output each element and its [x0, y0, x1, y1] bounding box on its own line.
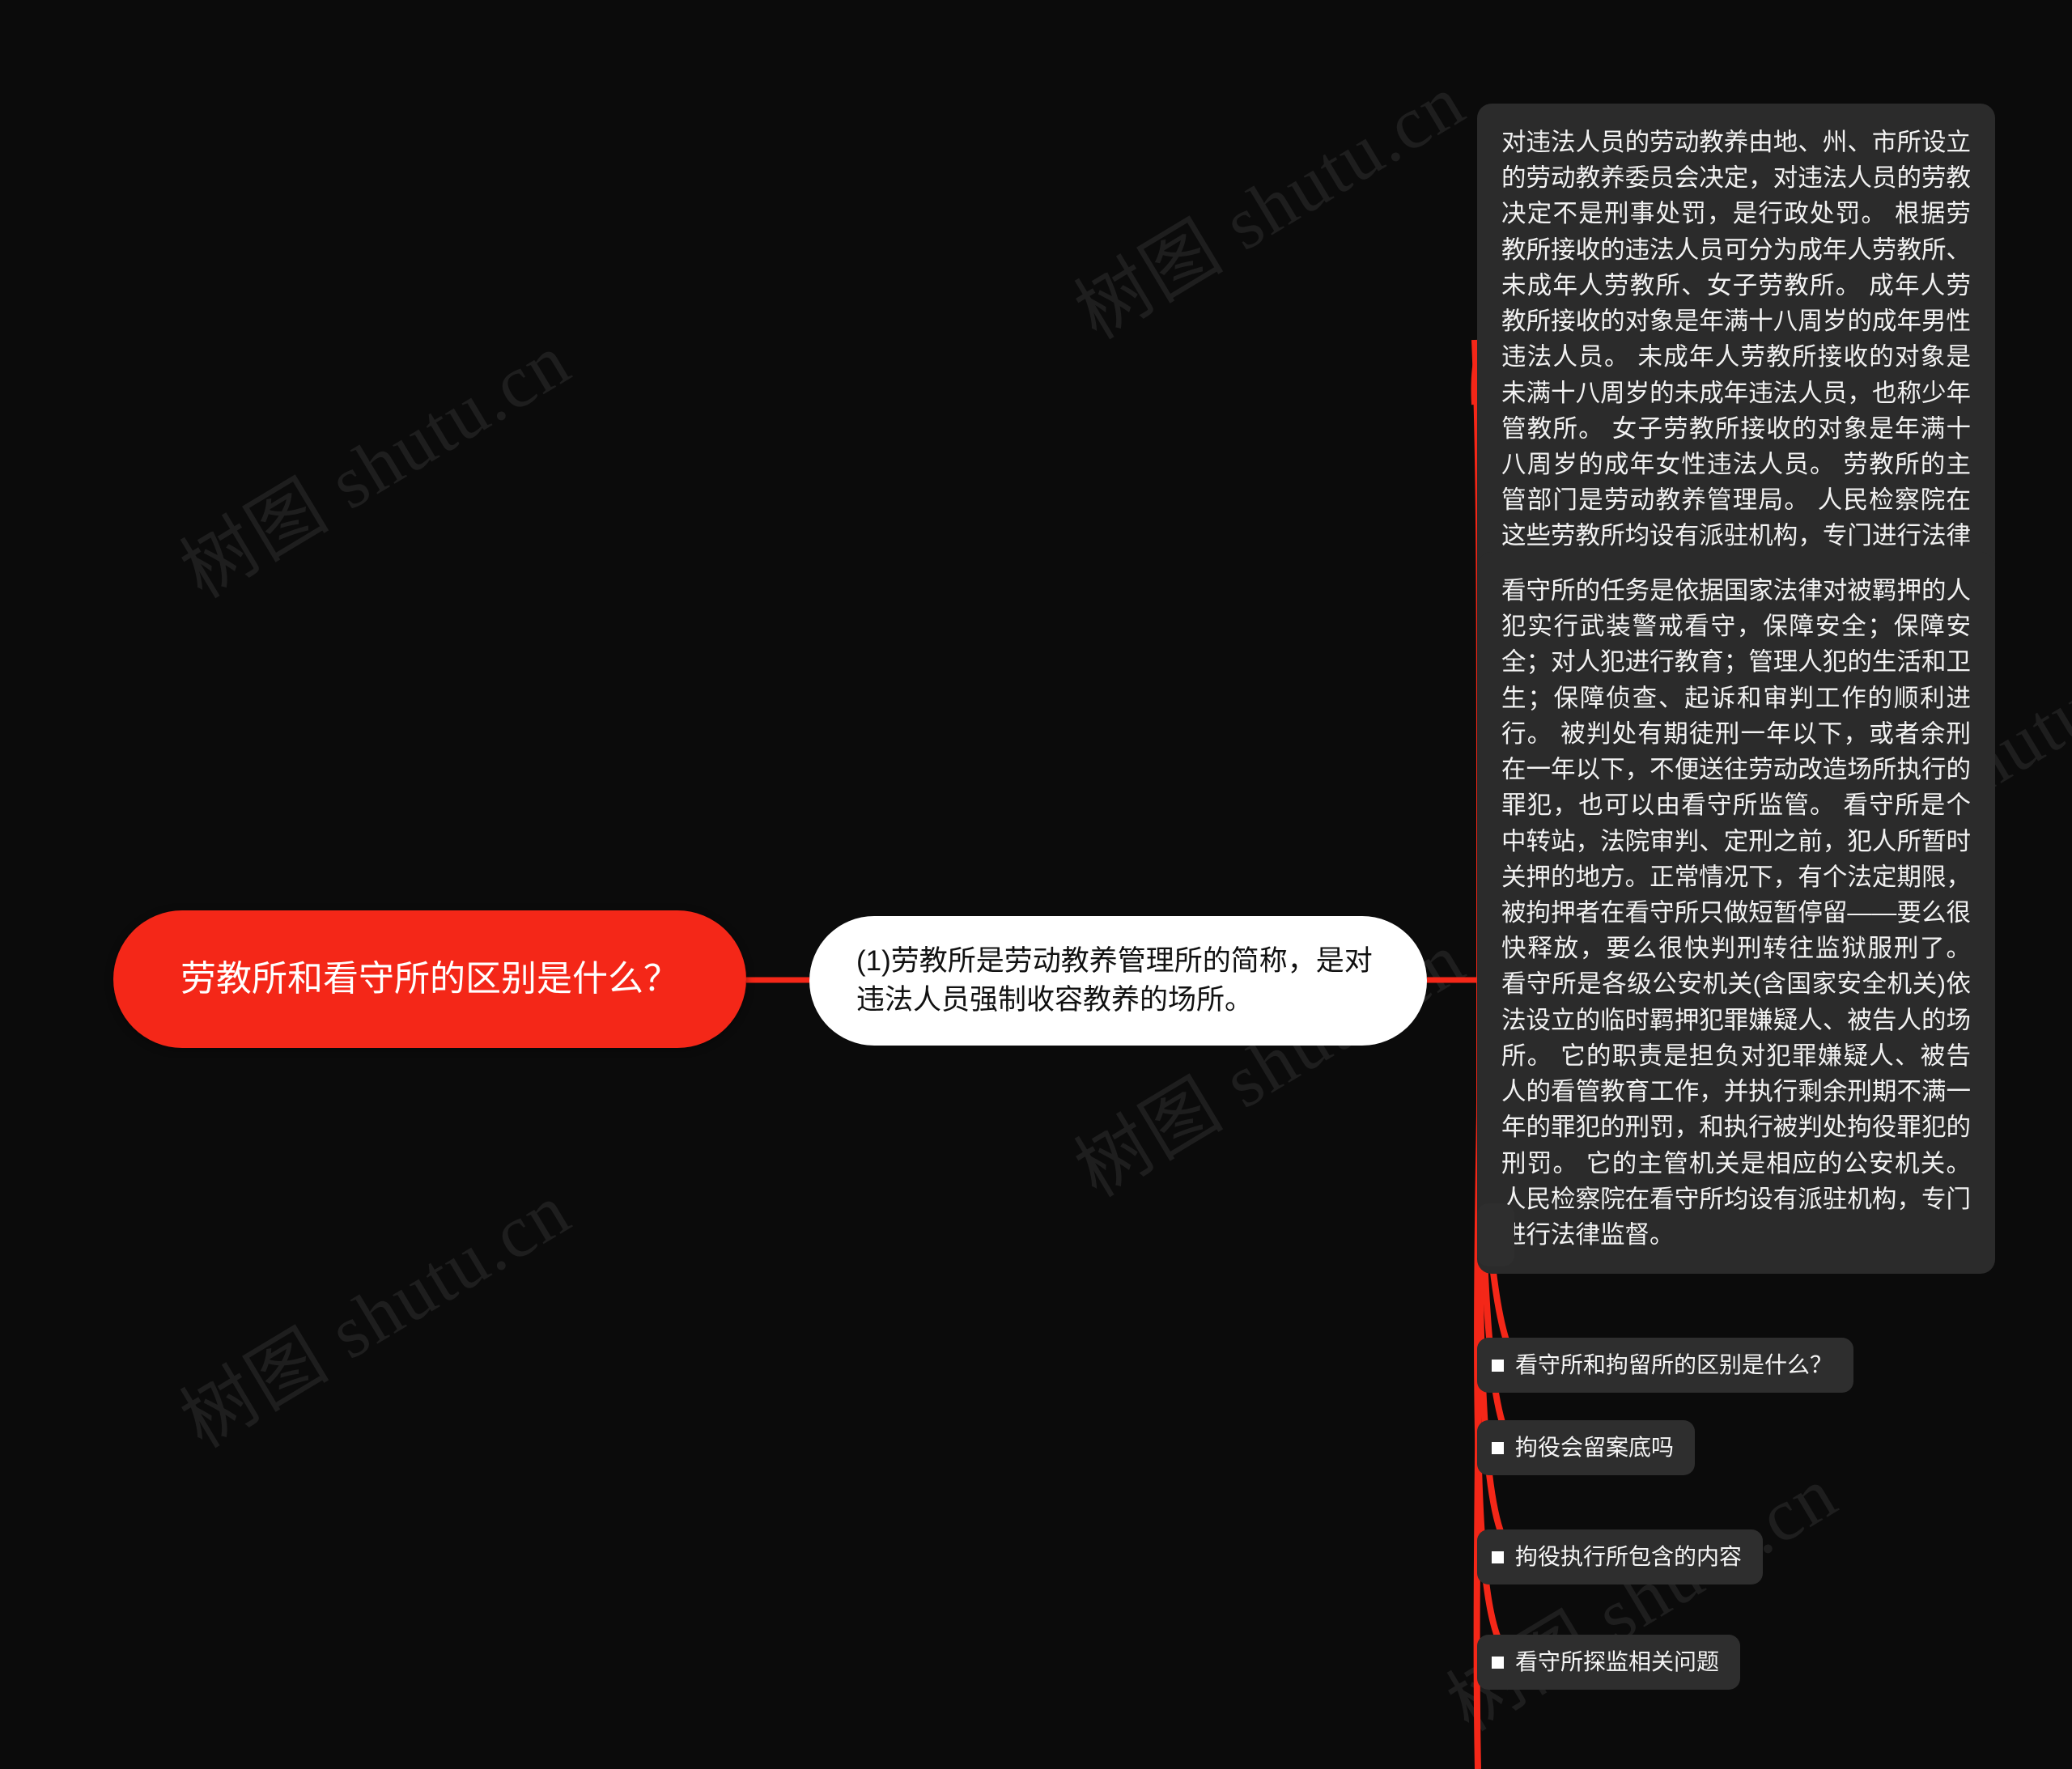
watermark-text: 树图 shutu.cn	[1062, 59, 1479, 355]
watermark-text: 树图 shutu.cn	[1434, 1451, 1851, 1747]
watermark-text: 树图 shutu.cn	[168, 1168, 584, 1464]
branch-node[interactable]: (1)劳教所是劳动教养管理所的简称，是对违法人员强制收容教养的场所。	[809, 916, 1427, 1046]
leaf-node-1[interactable]: 看守所和拘留所的区别是什么？	[1477, 1338, 1854, 1394]
leaf-node-label: 看守所探监相关问题	[1515, 1649, 1720, 1674]
leaf-node-3[interactable]: 拘役执行所包含的内容	[1477, 1529, 1764, 1585]
leaf-node-empty[interactable]	[1477, 1203, 1514, 1266]
leaf-node-2[interactable]: 拘役会留案底吗	[1477, 1420, 1696, 1476]
paragraph-node-1[interactable]: 对违法人员的劳动教养由地、州、市所设立的劳动教养委员会决定，对违法人员的劳教决定…	[1477, 104, 1995, 611]
leaf-node-4[interactable]: 看守所探监相关问题	[1477, 1635, 1741, 1691]
bullet-square-icon	[1492, 1656, 1504, 1669]
bullet-square-icon	[1492, 1441, 1504, 1454]
watermark-text: 树图 shutu.cn	[168, 318, 584, 614]
root-node[interactable]: 劳教所和看守所的区别是什么？	[113, 910, 746, 1048]
leaf-node-label: 拘役执行所包含的内容	[1515, 1544, 1743, 1569]
bullet-square-icon	[1492, 1551, 1504, 1563]
bullet-square-icon	[1492, 1359, 1504, 1372]
leaf-node-label: 拘役会留案底吗	[1515, 1435, 1675, 1460]
paragraph-node-2[interactable]: 看守所的任务是依据国家法律对被羁押的人犯实行武装警戒看守，保障安全；保障安全；对…	[1477, 552, 1995, 1275]
leaf-node-label: 看守所和拘留所的区别是什么？	[1515, 1352, 1833, 1377]
mindmap-canvas[interactable]: 树图 shutu.cn 树图 shutu.cn 树图 shutu.cn 树图 s…	[0, 0, 2072, 1769]
